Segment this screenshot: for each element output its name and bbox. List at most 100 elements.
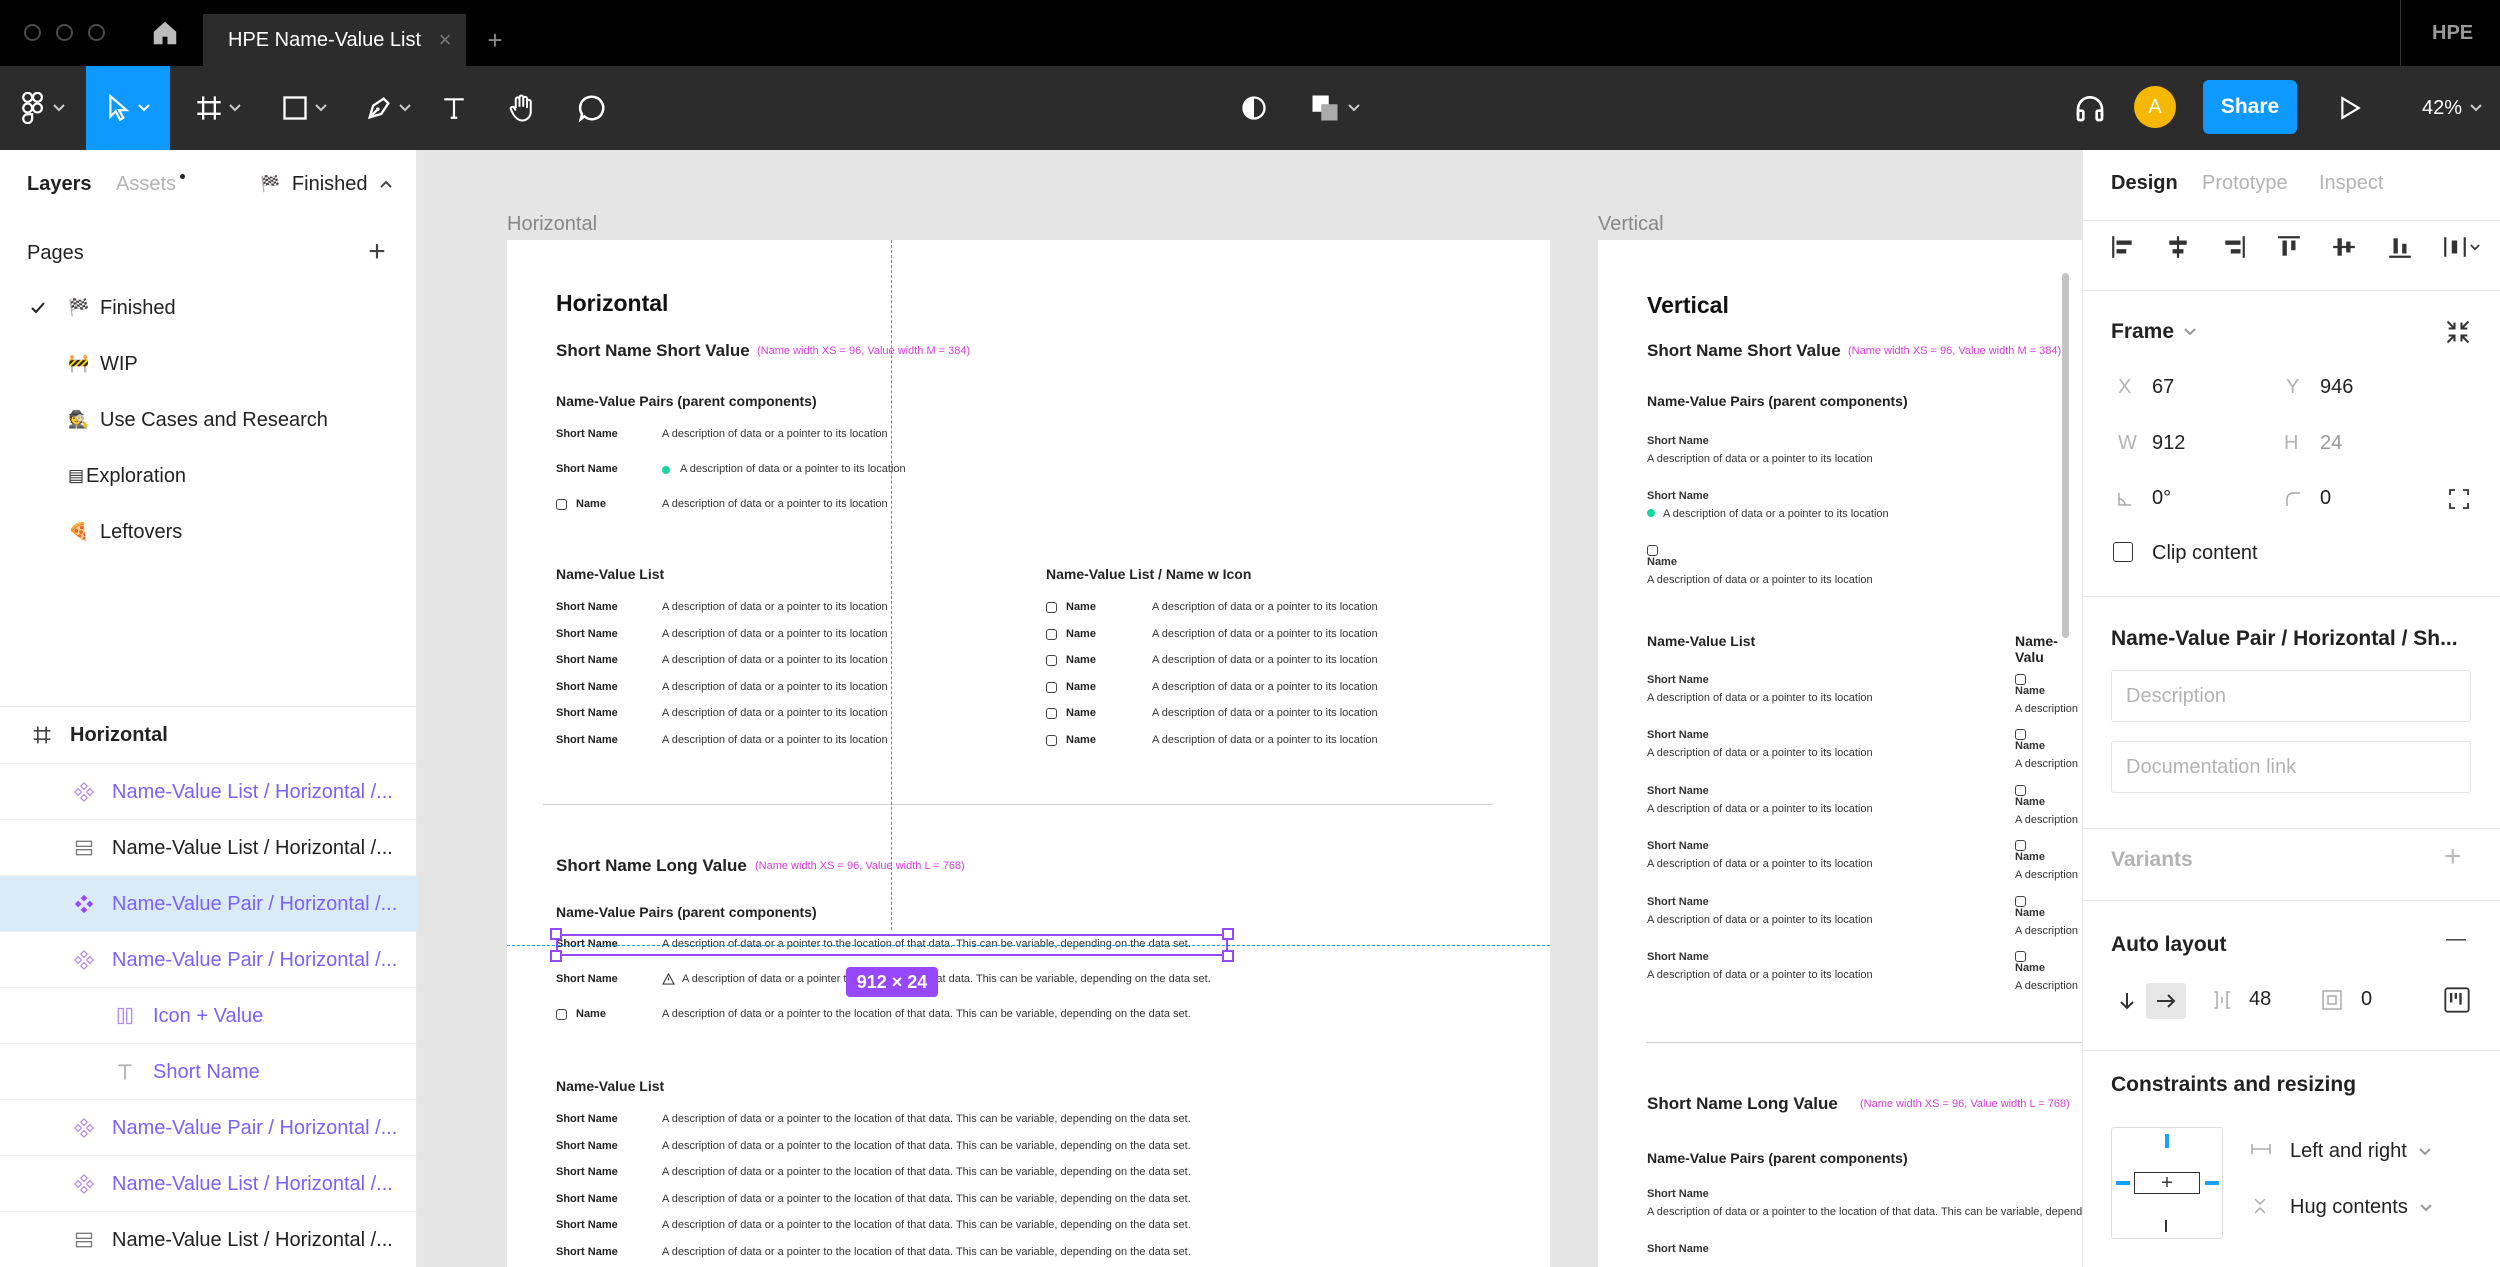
main-menu-button[interactable]	[0, 66, 86, 150]
align-right-icon[interactable]	[2221, 234, 2247, 260]
name-value-row[interactable]: Short Name A description of data or a poi…	[556, 1219, 1256, 1235]
name-value-row[interactable]: Name A description	[2015, 784, 2078, 826]
comment-tool-button[interactable]	[572, 66, 612, 150]
name-value-row[interactable]: Short Name A description of data or a poi…	[1647, 1188, 2082, 1218]
resize-handle[interactable]	[1222, 950, 1234, 962]
layer-row[interactable]: Horizontal	[0, 707, 417, 763]
description-field[interactable]: Description	[2111, 670, 2471, 722]
pen-tool-button[interactable]	[354, 66, 422, 150]
align-vertical-center-icon[interactable]	[2331, 234, 2357, 260]
tab-inspect[interactable]: Inspect	[2319, 172, 2383, 195]
width-input[interactable]: 912	[2152, 432, 2185, 455]
layer-row[interactable]: Icon + Value	[0, 987, 417, 1043]
align-top-icon[interactable]	[2276, 234, 2302, 260]
page-item[interactable]: 🍕 Leftovers	[0, 504, 417, 560]
name-value-row[interactable]: Name A description of data or a pointer t…	[556, 498, 1156, 514]
direction-horizontal-button[interactable]	[2146, 983, 2186, 1019]
direction-vertical-button[interactable]	[2111, 985, 2143, 1017]
layer-row[interactable]: Name-Value List / Horizontal /...	[0, 763, 417, 819]
avatar[interactable]: A	[2134, 86, 2176, 128]
constraint-widget[interactable]: +	[2111, 1127, 2223, 1239]
page-item[interactable]: 🏁 Finished	[0, 280, 417, 336]
tab-assets[interactable]: Assets	[116, 172, 176, 196]
selection-box[interactable]	[556, 934, 1228, 956]
alignment-settings-icon[interactable]	[2443, 986, 2471, 1014]
name-value-row[interactable]: Name A description of data or a pointer t…	[1046, 681, 1466, 697]
share-button[interactable]: Share	[2203, 80, 2297, 134]
padding-input[interactable]: 0	[2361, 988, 2372, 1011]
tab-prototype[interactable]: Prototype	[2202, 172, 2288, 195]
resize-handle[interactable]	[550, 950, 562, 962]
name-value-row[interactable]: Name A description	[2015, 840, 2078, 881]
page-item[interactable]: ▤ Exploration	[0, 448, 417, 504]
shape-tool-button[interactable]	[270, 66, 338, 150]
window-minimize-dot[interactable]	[56, 24, 73, 41]
home-icon[interactable]	[150, 18, 180, 48]
y-input[interactable]: 946	[2320, 376, 2353, 399]
height-input[interactable]: 24	[2320, 432, 2342, 455]
resize-handle[interactable]	[1222, 928, 1234, 940]
resize-handle[interactable]	[550, 928, 562, 940]
horizontal-frame[interactable]: Horizontal Short Name Short Value (Name …	[507, 240, 1550, 1267]
window-maximize-dot[interactable]	[88, 24, 105, 41]
independent-corners-icon[interactable]	[2448, 488, 2470, 510]
add-page-button[interactable]: +	[362, 232, 392, 272]
constraint-bottom-bar[interactable]	[2165, 1220, 2167, 1232]
item-spacing-input[interactable]: 48	[2249, 988, 2271, 1011]
layer-row[interactable]: Name-Value Pair / Horizontal /...	[0, 875, 417, 931]
frame-tool-button[interactable]	[184, 66, 252, 150]
name-value-row[interactable]: Short Name A description of data or a poi…	[1647, 435, 1873, 465]
name-value-row[interactable]: Short Name A description of data or a poi…	[556, 1166, 1256, 1182]
name-value-row[interactable]: Name A description	[2015, 951, 2078, 992]
page-item[interactable]: 🚧 WIP	[0, 336, 417, 392]
name-value-row[interactable]: Name A description of data or a pointer t…	[1046, 601, 1466, 617]
present-button[interactable]	[2330, 66, 2370, 150]
name-value-row[interactable]: Short Name A description of data or a poi…	[556, 463, 1156, 479]
name-value-row[interactable]: Name A description of data or a pointer t…	[1046, 707, 1466, 723]
layer-row[interactable]: Short Name	[0, 1043, 417, 1099]
vertical-resizing-select[interactable]: Hug contents	[2290, 1196, 2432, 1219]
new-tab-button[interactable]: +	[480, 14, 510, 66]
name-value-row[interactable]: Short Name	[1647, 1243, 1709, 1261]
name-value-row[interactable]: Short Name A description of data or a poi…	[1647, 896, 1873, 926]
constraint-top-bar[interactable]	[2165, 1134, 2169, 1148]
contrast-toggle-button[interactable]	[1234, 66, 1274, 150]
remove-auto-layout-button[interactable]: —	[2446, 928, 2466, 951]
boolean-ops-button[interactable]	[1306, 66, 1364, 150]
tab-layers[interactable]: Layers	[27, 172, 92, 196]
name-value-row[interactable]: Name A description of data or a pointer t…	[1046, 734, 1466, 750]
layer-row[interactable]: Name-Value List / Horizontal /...	[0, 1155, 417, 1211]
frame-type-menu[interactable]: Frame	[2111, 320, 2196, 344]
name-value-row[interactable]: Short Name A description of data or a poi…	[1647, 490, 1889, 520]
corner-radius-input[interactable]: 0	[2320, 487, 2331, 510]
name-value-row[interactable]: Short Name A description of data or a poi…	[556, 428, 1156, 444]
move-tool-button[interactable]	[86, 66, 170, 150]
rotation-input[interactable]: 0°	[2152, 487, 2171, 510]
hand-tool-button[interactable]	[502, 66, 542, 150]
x-input[interactable]: 67	[2152, 376, 2174, 399]
constraint-left-bar[interactable]	[2116, 1181, 2130, 1185]
page-item[interactable]: 🕵 Use Cases and Research	[0, 392, 417, 448]
zoom-menu[interactable]: 42%	[2404, 66, 2500, 150]
canvas-scrollbar[interactable]	[2062, 273, 2069, 638]
name-value-row[interactable]: Short Name A description of data or a poi…	[1647, 674, 1873, 704]
align-horizontal-center-icon[interactable]	[2165, 234, 2191, 260]
constraint-right-bar[interactable]	[2205, 1181, 2219, 1185]
name-value-row[interactable]: Short Name A description of data or a poi…	[556, 1246, 1256, 1262]
window-close-dot[interactable]	[24, 24, 41, 41]
name-value-row[interactable]: Short Name A description of data or a poi…	[556, 1193, 1256, 1209]
frame-label-horizontal[interactable]: Horizontal	[507, 213, 597, 236]
name-value-row[interactable]: Name A description of data or a pointer t…	[1647, 545, 1873, 586]
layer-row[interactable]: Name-Value Pair / Horizontal /...	[0, 1099, 417, 1155]
component-name[interactable]: Name-Value Pair / Horizontal / Sh...	[2111, 627, 2461, 651]
layer-row[interactable]: Name-Value List / Horizontal /...	[0, 819, 417, 875]
frame-label-vertical[interactable]: Vertical	[1598, 213, 1664, 236]
audio-button[interactable]	[2070, 66, 2110, 150]
name-value-row[interactable]: Name A description of data or a pointer t…	[556, 1008, 1256, 1024]
layer-row[interactable]: Name-Value Pair / Horizontal /...	[0, 931, 417, 987]
align-left-icon[interactable]	[2110, 234, 2136, 260]
layer-row[interactable]: Name-Value List / Horizontal /...	[0, 1211, 417, 1267]
name-value-row[interactable]: Name A description of data or a pointer t…	[1046, 654, 1466, 670]
name-value-row[interactable]: Short Name A description of data or a poi…	[1647, 729, 1873, 759]
name-value-row[interactable]: Name A description of data or a pointer t…	[1046, 628, 1466, 644]
